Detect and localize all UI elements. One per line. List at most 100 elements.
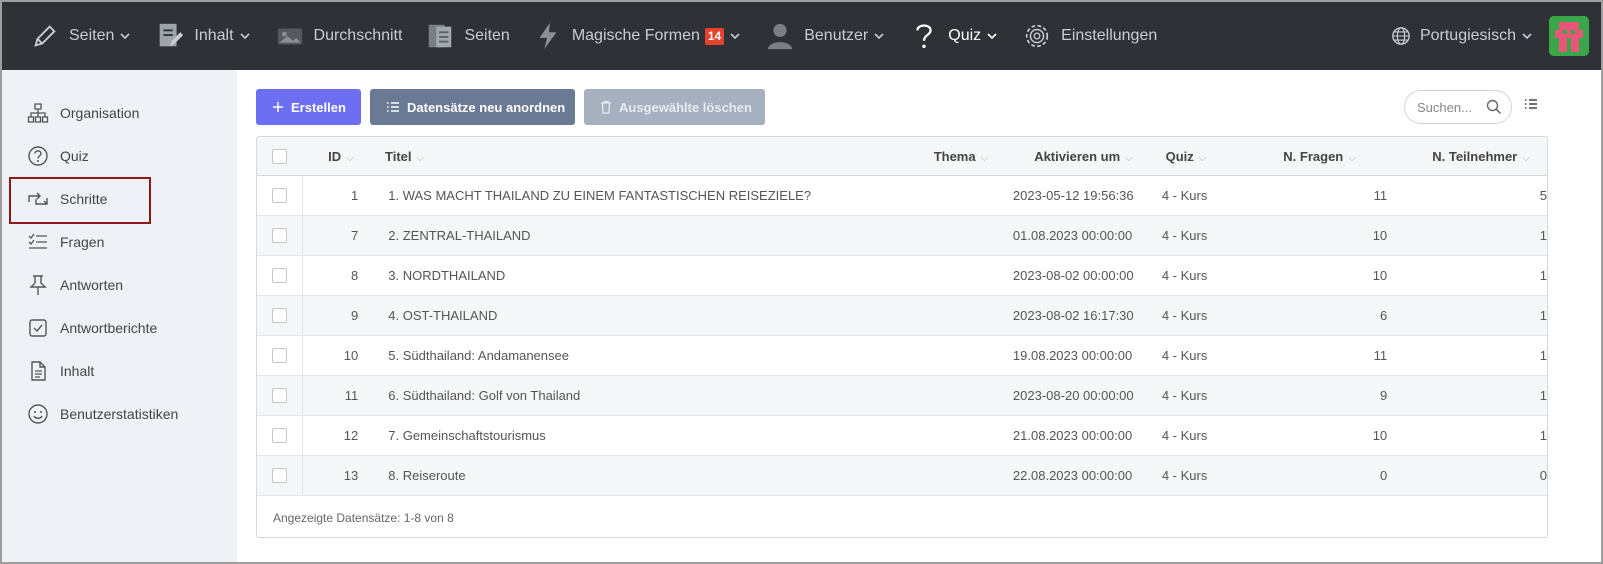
row-checkbox[interactable] [271, 428, 287, 443]
question-circle-icon [26, 144, 50, 168]
search-input[interactable]: Suchen... [1404, 90, 1512, 124]
cell-id: 10 [343, 348, 359, 363]
column-header-aktivieren[interactable]: Aktivieren um ⌵ [988, 149, 1165, 164]
column-header-fragen[interactable]: N. Fragen ⌵ [1283, 149, 1388, 164]
nav-label: Einstellungen [1061, 27, 1158, 44]
table-row[interactable]: 12 7. Gemeinschaftstourismus 21.08.2023 … [257, 416, 1547, 456]
cell-teilnehmer: 1 [1539, 228, 1547, 243]
sidebar-item-benutzerstatistiken[interactable]: Benutzerstatistiken [4, 392, 237, 435]
column-header-teilnehmer[interactable]: N. Teilnehmer ⌵ [1388, 149, 1547, 164]
sidebar-item-label: Quiz [60, 147, 89, 164]
cell-title: 1. WAS MACHT THAILAND ZU EINEM FANTASTIS… [388, 188, 812, 203]
file-icon [26, 359, 50, 383]
row-checkbox[interactable] [271, 388, 287, 403]
table-row[interactable]: 8 3. NORDTHAILAND 2023-08-02 00:00:00 4 … [257, 256, 1547, 296]
cell-aktivieren: 19.08.2023 00:00:00 [1012, 348, 1133, 363]
nav-item-durchschnitt[interactable]: Durchschnitt [263, 2, 414, 70]
table-row[interactable]: 10 5. Südthailand: Andamanensee 19.08.20… [257, 336, 1547, 376]
row-checkbox[interactable] [271, 228, 287, 243]
toolbar: Erstellen Datensätze neu anordnen Ausgew… [256, 89, 774, 125]
plus-icon [272, 101, 284, 113]
cell-aktivieren: 2023-08-02 00:00:00 [1012, 268, 1134, 283]
row-checkbox[interactable] [271, 308, 287, 323]
sidebar-item-organisation[interactable]: Organisation [4, 91, 237, 134]
nav-item-inhalt[interactable]: Inhalt [143, 2, 262, 70]
steps-arrows-icon [26, 187, 50, 211]
cell-fragen: 10 [1372, 268, 1388, 283]
cell-id: 9 [351, 308, 359, 323]
sidebar: Organisation Quiz Schritte Fragen Antwor… [4, 70, 237, 562]
cell-title: 3. NORDTHAILAND [388, 268, 506, 283]
sort-icon: ⌵ [1522, 152, 1530, 164]
row-checkbox[interactable] [271, 348, 287, 363]
chevron-down-icon [1520, 29, 1534, 43]
cell-aktivieren: 22.08.2023 00:00:00 [1012, 468, 1133, 483]
create-button[interactable]: Erstellen [256, 89, 361, 125]
sidebar-item-schritte[interactable]: Schritte [4, 177, 237, 224]
sidebar-item-label: Inhalt [60, 362, 95, 379]
search-placeholder: Suchen... [1417, 99, 1472, 115]
column-header-id[interactable]: ID ⌵ [302, 149, 385, 164]
column-header-quiz[interactable]: Quiz ⌵ [1166, 149, 1284, 164]
row-checkbox[interactable] [271, 188, 287, 203]
user-icon [764, 20, 796, 52]
cell-title: 5. Südthailand: Andamanensee [388, 348, 569, 363]
gear-icon [1021, 20, 1053, 52]
sidebar-item-fragen[interactable]: Fragen [4, 220, 237, 263]
table-row[interactable]: 7 2. ZENTRAL-THAILAND 01.08.2023 00:00:0… [257, 216, 1547, 256]
column-list-icon[interactable] [1524, 98, 1538, 113]
reorder-button-label: Datensätze neu anordnen [407, 99, 566, 115]
cell-teilnehmer: 1 [1539, 268, 1547, 283]
checkbox-icon [26, 316, 50, 340]
select-all-checkbox[interactable] [272, 148, 288, 164]
language-label: Portugiesisch [1419, 27, 1516, 44]
column-header-thema[interactable]: Thema ⌵ [886, 149, 989, 164]
cell-teilnehmer: 1 [1539, 348, 1547, 363]
nav-item-einstellungen[interactable]: Einstellungen [1010, 2, 1168, 70]
chevron-down-icon [728, 29, 742, 43]
delete-selected-button[interactable]: Ausgewählte löschen [584, 89, 765, 125]
checklist-icon [26, 230, 50, 254]
cell-fragen: 6 [1379, 308, 1388, 323]
nav-label: Durchschnitt [313, 27, 403, 44]
nav-label: Seiten [464, 27, 510, 44]
table-row[interactable]: 11 6. Südthailand: Golf von Thailand 202… [257, 376, 1547, 416]
cell-title: 6. Südthailand: Golf von Thailand [388, 388, 581, 403]
table-row[interactable]: 9 4. OST-THAILAND 2023-08-02 16:17:30 4 … [257, 296, 1547, 336]
sort-icon: ⌵ [1125, 152, 1133, 164]
nav-item-quiz[interactable]: Quiz [897, 2, 1010, 70]
chevron-down-icon [238, 29, 252, 43]
table-row[interactable]: 1 1. WAS MACHT THAILAND ZU EINEM FANTAST… [257, 176, 1547, 216]
cell-aktivieren: 21.08.2023 00:00:00 [1012, 428, 1133, 443]
nav-item-benutzer[interactable]: Benutzer [753, 2, 897, 70]
delete-button-label: Ausgewählte löschen [619, 99, 752, 115]
sidebar-item-quiz[interactable]: Quiz [4, 134, 237, 177]
row-checkbox[interactable] [271, 268, 287, 283]
table-header: ID ⌵ Titel ⌵ Thema ⌵ Aktivieren um ⌵ Quiz ⌵ N… [257, 137, 1547, 176]
nav-item-seiten[interactable]: Seiten [18, 2, 143, 70]
records-table: ID ⌵ Titel ⌵ Thema ⌵ Aktivieren um ⌵ Quiz ⌵ N… [256, 136, 1548, 538]
reorder-records-button[interactable]: Datensätze neu anordnen [370, 89, 575, 125]
cell-id: 13 [343, 468, 359, 483]
language-selector[interactable]: Portugiesisch [1379, 2, 1545, 70]
avatar[interactable] [1549, 16, 1589, 56]
nav-item-seiten-2[interactable]: Seiten [413, 2, 520, 70]
sort-icon: ⌵ [416, 152, 425, 164]
cell-id: 11 [344, 388, 359, 403]
cell-aktivieren: 2023-05-12 19:56:36 [1012, 188, 1134, 203]
cell-quiz: 4 - Kurs [1161, 468, 1208, 483]
column-header-title[interactable]: Titel ⌵ [385, 149, 886, 164]
search-icon[interactable] [1486, 99, 1502, 118]
select-all-cell [257, 137, 302, 175]
document-edit-icon [154, 20, 186, 52]
sidebar-item-label: Fragen [60, 233, 105, 250]
records-count: Angezeigte Datensätze: 1-8 von 8 [273, 511, 454, 525]
cell-quiz: 4 - Kurs [1161, 428, 1208, 443]
row-checkbox[interactable] [271, 468, 287, 483]
sidebar-item-inhalt[interactable]: Inhalt [4, 349, 237, 392]
sidebar-item-antwortberichte[interactable]: Antwortberichte [4, 306, 237, 349]
cell-aktivieren: 2023-08-02 16:17:30 [1012, 308, 1134, 323]
nav-item-magische-formen[interactable]: Magische Formen 14 [521, 2, 753, 70]
table-row[interactable]: 13 8. Reiseroute 22.08.2023 00:00:00 4 -… [257, 456, 1547, 496]
sidebar-item-antworten[interactable]: Antworten [4, 263, 237, 306]
